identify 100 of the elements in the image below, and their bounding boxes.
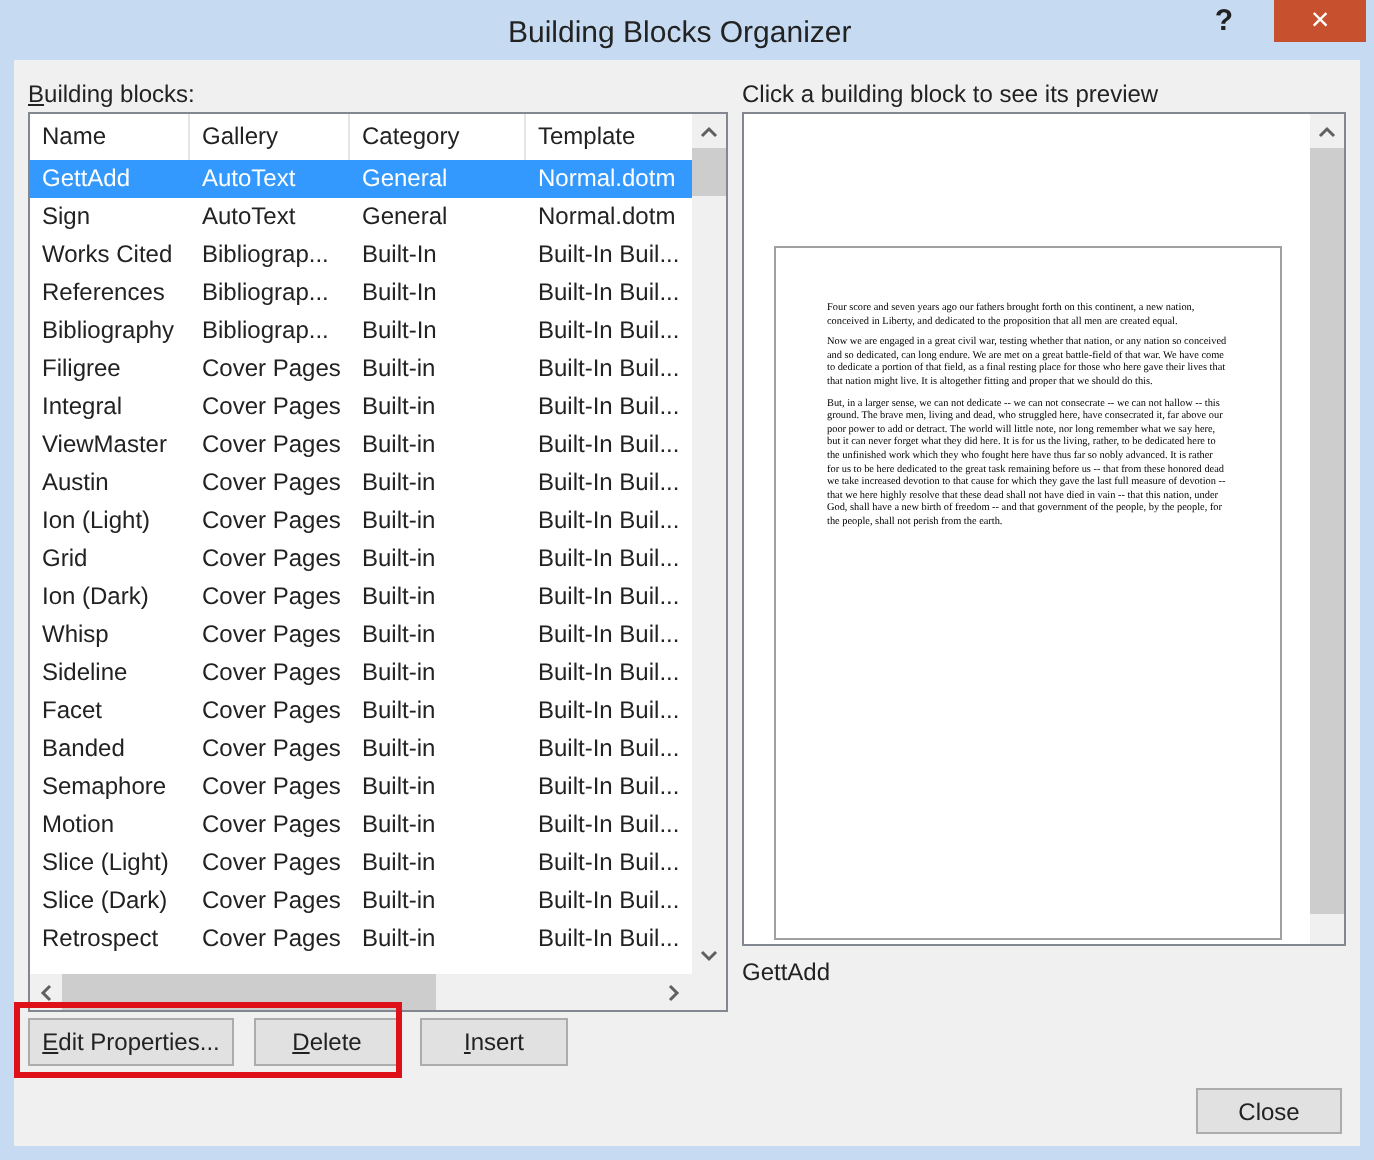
table-cell: Normal.dotm [538,202,676,230]
table-row[interactable]: Slice (Dark) Cover Pages Built-in Built-In Buil... [30,882,692,920]
table-cell: Built-In [362,316,437,344]
table-cell: Cover Pages [202,810,341,838]
table-cell: Built-in [362,886,436,914]
table-row[interactable]: Sign AutoText General Normal.dotm [30,198,692,236]
table-cell: Built-in [362,582,436,610]
table-row[interactable]: Integral Cover Pages Built-in Built-In Buil... [30,388,692,426]
table-cell: Built-In Buil... [538,278,680,306]
table-row[interactable]: Semaphore Cover Pages Built-in Built-In Buil... [30,768,692,806]
vertical-scrollbar[interactable] [692,114,726,974]
table-row[interactable]: Ion (Light) Cover Pages Built-in Built-In Buil... [30,502,692,540]
table-row[interactable]: Retrospect Cover Pages Built-in Built-In Buil... [30,920,692,958]
table-cell: Grid [42,544,88,572]
preview-label: Click a building block to see its preview [742,80,1161,110]
table-row[interactable]: Slice (Light) Cover Pages Built-in Built-In Buil... [30,844,692,882]
table-cell: Built-in [362,734,436,762]
table-cell: Built-In Buil... [538,354,680,382]
horizontal-scrollbar[interactable] [30,974,692,1010]
preview-caption: GettAdd [742,956,833,990]
table-cell: Filigree [42,354,121,382]
dialog-button[interactable]: Edit Properties... [28,1018,234,1066]
table-cell: Bibliograp... [202,316,329,344]
table-row[interactable]: Whisp Cover Pages Built-in Built-In Buil... [30,616,692,654]
dialog-button[interactable]: Insert [420,1018,568,1066]
table-cell: Built-In Buil... [538,316,680,344]
table-cell: Built-In [362,278,437,306]
scroll-left-icon[interactable] [40,983,52,1001]
table-cell: Cover Pages [202,886,341,914]
scroll-down-icon[interactable] [700,950,718,962]
help-button[interactable]: ? [1198,0,1250,44]
table-row[interactable]: Filigree Cover Pages Built-in Built-In Buil... [30,350,692,388]
table-cell: General [362,202,448,230]
table-cell: Cover Pages [202,582,341,610]
table-cell: Facet [42,696,103,724]
scroll-thumb[interactable] [692,148,726,196]
scroll-up-icon[interactable] [1318,126,1336,138]
table-cell: References [42,278,165,306]
table-cell: Built-In Buil... [538,886,680,914]
table-cell: Built-In Buil... [538,658,680,686]
table-cell: Cover Pages [202,620,341,648]
table-row[interactable]: Austin Cover Pages Built-in Built-In Buil... [30,464,692,502]
table-cell: Cover Pages [202,924,341,952]
table-cell: Normal.dotm [538,164,676,192]
table-row[interactable]: Sideline Cover Pages Built-in Built-In Buil... [30,654,692,692]
table-cell: Cover Pages [202,468,341,496]
table-cell: Built-in [362,354,436,382]
dialog-button[interactable]: Delete [254,1018,400,1066]
table-cell: Built-in [362,696,436,724]
table-cell: Built-In Buil... [538,430,680,458]
table-cell: Built-In Buil... [538,620,680,648]
table-row[interactable]: ViewMaster Cover Pages Built-in Built-In Buil... [30,426,692,464]
table-cell: Built-In Buil... [538,810,680,838]
table-cell: Cover Pages [202,658,341,686]
table-cell: Cover Pages [202,772,341,800]
close-button[interactable]: × [1274,0,1366,42]
table-row[interactable]: Banded Cover Pages Built-in Built-In Buil... [30,730,692,768]
table-row[interactable]: References Bibliograp... Built-In Built-In Buil... [30,274,692,312]
table-cell: ViewMaster [42,430,167,458]
table-cell: Integral [42,392,123,420]
table-cell: Retrospect [42,924,159,952]
table-cell: Motion [42,810,115,838]
table-cell: Cover Pages [202,354,341,382]
table-row[interactable]: Works Cited Bibliograp... Built-In Built-In Buil... [30,236,692,274]
table-cell: Semaphore [42,772,167,800]
scroll-up-icon[interactable] [700,126,718,138]
table-cell: Built-in [362,468,436,496]
table-cell: Whisp [42,620,109,648]
table-cell: Built-In Buil... [538,506,680,534]
table-cell: GettAdd [42,164,131,192]
table-cell: Bibliography [42,316,175,344]
table-row[interactable]: Grid Cover Pages Built-in Built-In Buil... [30,540,692,578]
table-row[interactable]: Bibliography Bibliograp... Built-In Built-In Buil... [30,312,692,350]
table-cell: Cover Pages [202,696,341,724]
table-cell: Built-in [362,620,436,648]
column-header[interactable]: Template [526,114,692,160]
table-row[interactable]: Ion (Dark) Cover Pages Built-in Built-In Buil... [30,578,692,616]
table-cell: Works Cited [42,240,173,268]
table-cell: Built-in [362,810,436,838]
table-cell: General [362,164,448,192]
table-cell: Banded [42,734,125,762]
table-row[interactable]: Motion Cover Pages Built-in Built-In Buil... [30,806,692,844]
table-cell: Cover Pages [202,848,341,876]
table-cell: Cover Pages [202,734,341,762]
table-cell: Bibliograp... [202,240,329,268]
table-cell: AutoText [202,202,296,230]
table-cell: Built-In Buil... [538,772,680,800]
table-cell: Built-In Buil... [538,582,680,610]
table-cell: Built-In Buil... [538,924,680,952]
table-row[interactable]: Facet Cover Pages Built-in Built-In Buil... [30,692,692,730]
table-cell: Built-in [362,544,436,572]
table-cell: Bibliograp... [202,278,329,306]
table-cell: Cover Pages [202,392,341,420]
scroll-right-icon[interactable] [668,983,680,1001]
table-cell: Built-in [362,924,436,952]
close-button[interactable]: Close [1196,1088,1342,1134]
table-cell: Built-In Buil... [538,468,680,496]
table-cell: Built-In Buil... [538,240,680,268]
table-cell: AutoText [202,164,296,192]
table-cell: Sign [42,202,91,230]
